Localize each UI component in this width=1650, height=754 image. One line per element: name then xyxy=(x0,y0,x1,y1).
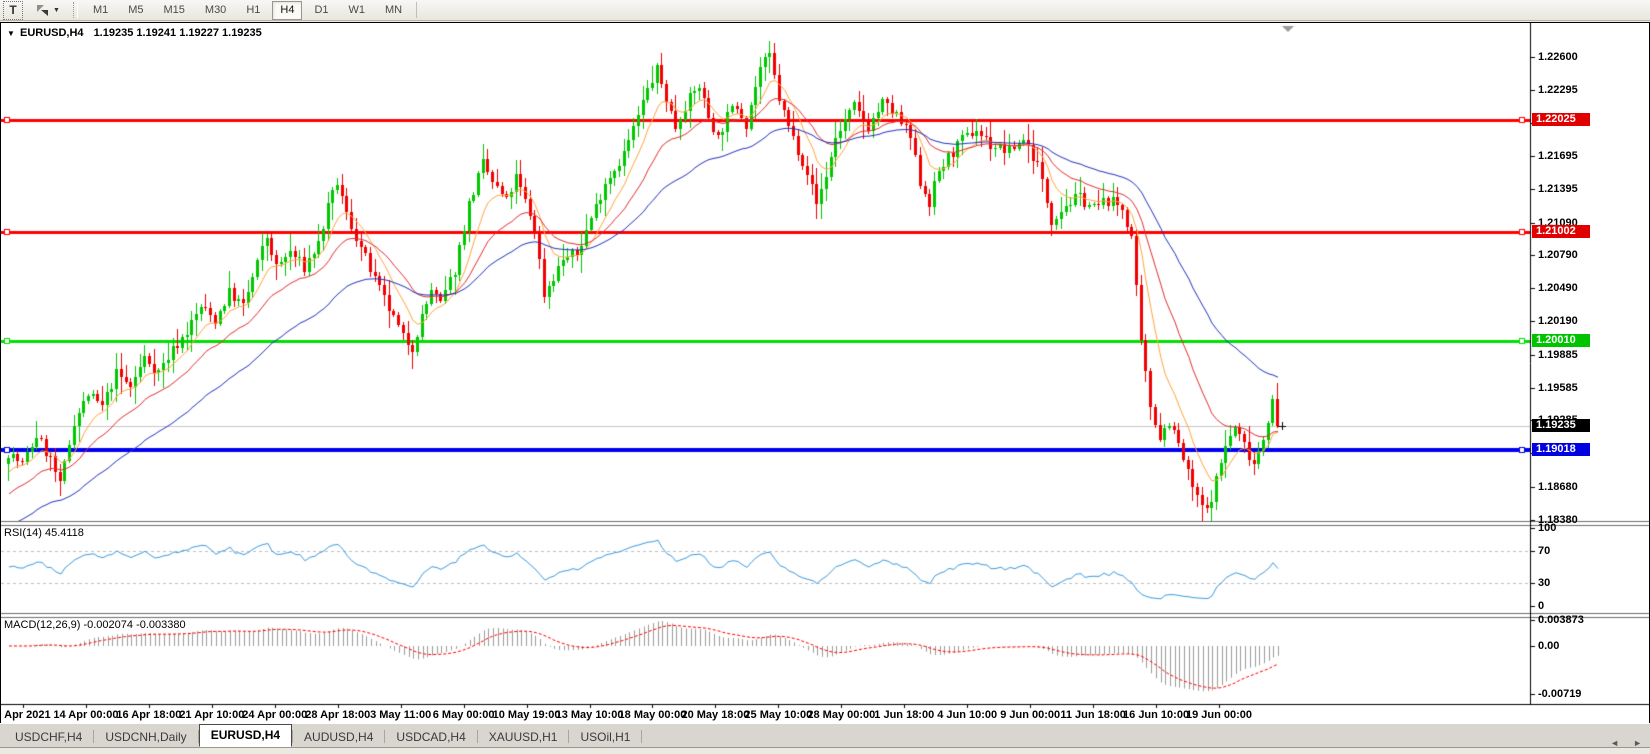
period-button-mn[interactable]: MN xyxy=(377,1,410,20)
chart-context-arrow-icon[interactable]: ▼ xyxy=(7,29,15,38)
tab-scroll-left-icon[interactable]: ◄ xyxy=(1610,738,1619,748)
chart-tab-eurusd[interactable]: EURUSD,H4 xyxy=(199,724,292,747)
chart-title: ▼ EURUSD,H4 1.19235 1.19241 1.19227 1.19… xyxy=(7,27,262,39)
time-tick-label: 9 Jun 00:00 xyxy=(1000,709,1060,721)
mt4-terminal: T ▼ M1M5 M15M30H1H4D1 W1MN ▼ EURUSD,H4 1.1… xyxy=(0,0,1650,754)
time-tick-label: 19 Jun 00:00 xyxy=(1186,709,1252,721)
period-button-group: M1M5 M15M30H1H4D1 W1MN xyxy=(85,1,410,20)
chart-tab-xauusd[interactable]: XAUUSD,H1 xyxy=(478,728,569,747)
period-button-h1[interactable]: H1 xyxy=(238,1,268,20)
rsi-indicator-label: RSI(14) 45.4118 xyxy=(4,527,84,539)
tab-scroll-buttons: ◄ ► xyxy=(1610,738,1642,748)
price-tick-label: 1.22600 xyxy=(1538,51,1578,63)
time-tick-label: 11 Jun 18:00 xyxy=(1060,709,1125,721)
price-tag-resistance-line: 1.21002 xyxy=(1532,225,1590,238)
time-tick-label: 18 May 00:00 xyxy=(619,709,687,721)
time-tick-label: 6 May 00:00 xyxy=(433,709,495,721)
chart-tab-usoil[interactable]: USOil,H1 xyxy=(569,728,641,747)
period-button-d1[interactable]: D1 xyxy=(306,1,336,20)
macd-indicator-label: MACD(12,26,9) -0.002074 -0.003380 xyxy=(4,619,186,631)
price-tick-label: 1.18680 xyxy=(1538,481,1578,493)
time-tick-label: 3 May 11:00 xyxy=(370,709,431,721)
arrows-tool-button[interactable]: ▼ xyxy=(29,1,66,20)
chart-tab-usdcad[interactable]: USDCAD,H4 xyxy=(385,728,476,747)
price-tick-label: 1.21695 xyxy=(1538,150,1578,162)
text-tool-button[interactable]: T xyxy=(3,1,23,20)
price-tag-support-line: 1.19018 xyxy=(1532,443,1590,456)
time-tick-label: 13 May 10:00 xyxy=(556,709,624,721)
price-tick-label: 1.19885 xyxy=(1538,349,1578,361)
price-tick-label: 1.20190 xyxy=(1538,315,1578,327)
time-tick-label: 16 Apr 18:00 xyxy=(116,709,181,721)
chart-symbol-period: EURUSD,H4 xyxy=(20,27,84,39)
toolbar-grip[interactable] xyxy=(73,2,78,18)
time-tick-label: 28 Apr 18:00 xyxy=(305,709,370,721)
pane-splitter-rsi[interactable] xyxy=(1,520,1649,525)
price-chart-canvas[interactable] xyxy=(1,23,1649,723)
rsi-tick-label: 0 xyxy=(1538,600,1544,612)
chart-window: ▼ EURUSD,H4 1.19235 1.19241 1.19227 1.19… xyxy=(0,22,1650,724)
time-tick-label: 1 Jun 18:00 xyxy=(874,709,934,721)
timeframe-toolbar: T ▼ M1M5 M15M30H1H4D1 W1MN xyxy=(0,0,1650,21)
toolbar-separator xyxy=(416,2,417,18)
time-tick-label: 16 Jun 10:00 xyxy=(1123,709,1189,721)
price-tick-label: 1.19585 xyxy=(1538,382,1578,394)
pane-splitter-macd[interactable] xyxy=(1,612,1649,617)
chart-ohlc-values: 1.19235 1.19241 1.19227 1.19235 xyxy=(94,27,262,39)
price-tick-label: 1.20490 xyxy=(1538,282,1578,294)
chart-tab-bar: USDCHF,H4USDCNH,DailyEURUSD,H4AUDUSD,H4U… xyxy=(0,723,1650,747)
time-tick-label: 25 May 10:00 xyxy=(744,709,812,721)
time-tick-label: 24 Apr 00:00 xyxy=(242,709,307,721)
price-tick-label: 1.21395 xyxy=(1538,183,1578,195)
period-button-w1[interactable]: W1 xyxy=(341,1,374,20)
time-tick-label: 21 Apr 10:00 xyxy=(179,709,244,721)
chart-tab-usdchf[interactable]: USDCHF,H4 xyxy=(4,728,93,747)
price-tag-resistance-line: 1.22025 xyxy=(1532,113,1590,126)
chart-tab-usdcnh[interactable]: USDCNH,Daily xyxy=(94,728,197,747)
time-tick-label: 20 May 18:00 xyxy=(681,709,749,721)
price-tick-label: 1.22295 xyxy=(1538,84,1578,96)
rsi-tick-label: 30 xyxy=(1538,577,1550,589)
tab-separator xyxy=(641,730,642,743)
tab-scroll-right-icon[interactable]: ► xyxy=(1633,738,1642,748)
macd-tick-label: -0.00719 xyxy=(1538,688,1581,700)
period-button-h4[interactable]: H4 xyxy=(272,1,302,20)
price-tag-current-price-line: 1.19235 xyxy=(1532,419,1590,432)
arrows-icon xyxy=(35,4,50,17)
time-tick-label: 14 Apr 00:00 xyxy=(53,709,118,721)
period-button-m5[interactable]: M5 xyxy=(120,1,151,20)
price-tick-label: 1.20790 xyxy=(1538,249,1578,261)
time-tick-label: 28 May 00:00 xyxy=(807,709,875,721)
chevron-down-icon: ▼ xyxy=(53,7,60,14)
period-button-m1[interactable]: M1 xyxy=(85,1,116,20)
chart-tab-audusd[interactable]: AUDUSD,H4 xyxy=(293,728,384,747)
macd-tick-label: 0.00 xyxy=(1538,640,1559,652)
price-tag-support-line: 1.20010 xyxy=(1532,334,1590,347)
time-tick-label: 4 Jun 10:00 xyxy=(937,709,997,721)
time-tick-label: 9 Apr 2021 xyxy=(0,709,51,721)
time-tick-label: 10 May 19:00 xyxy=(493,709,561,721)
rsi-tick-label: 70 xyxy=(1538,545,1550,557)
status-strip xyxy=(0,747,1650,754)
period-button-m30[interactable]: M30 xyxy=(197,1,234,20)
period-button-m15[interactable]: M15 xyxy=(156,1,193,20)
